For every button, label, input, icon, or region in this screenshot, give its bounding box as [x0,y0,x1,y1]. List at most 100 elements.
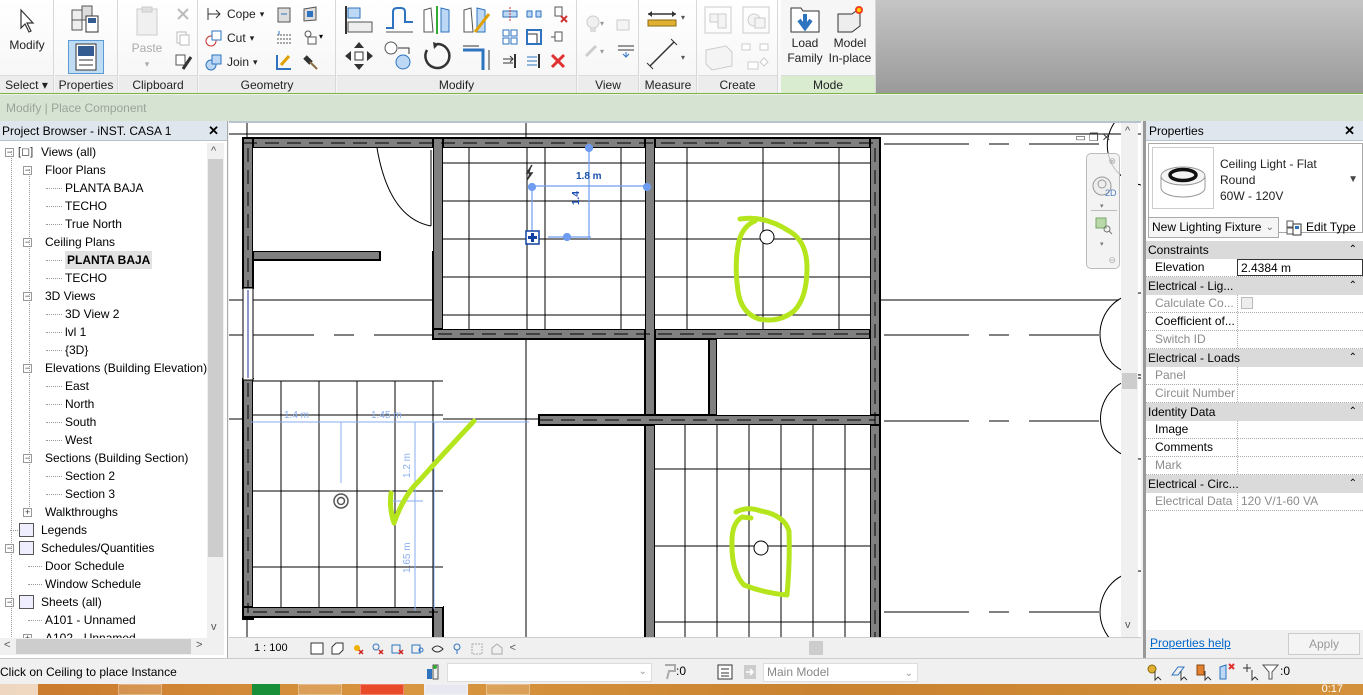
mirror-draw-axis-icon[interactable] [461,4,493,36]
scroll-down-icon[interactable]: v [1125,619,1131,631]
tree-item[interactable]: − Floor Plans [0,161,208,179]
scroll-up-icon[interactable]: ^ [1125,125,1130,137]
light-fixture[interactable] [759,229,775,245]
taskbar-app-ie[interactable] [68,684,112,695]
scroll-right-icon[interactable]: > [196,639,202,651]
select-by-face-icon[interactable] [1218,663,1236,681]
hammer-icon[interactable] [301,53,319,71]
tree-item[interactable]: South [0,413,208,431]
collapse-icon[interactable]: − [5,544,14,553]
expand-icon[interactable]: + [23,508,32,517]
scale-icon[interactable] [525,28,543,46]
collapse-group-icon[interactable]: ⌃ [1349,349,1357,367]
tree-item[interactable]: PLANTA BAJA [0,179,208,197]
offset-icon[interactable] [383,4,415,36]
dimension-top-horizontal[interactable]: 1.8 m [576,171,602,182]
property-value[interactable] [1237,421,1363,438]
edit-profile-icon[interactable] [275,53,293,71]
instance-category-select[interactable]: New Lighting Fixture ⌄ [1148,217,1279,238]
zoom-region-icon[interactable] [1094,216,1114,236]
collapse-icon[interactable]: − [23,364,32,373]
tree-item[interactable]: 3D View 2 [0,305,208,323]
taskbar-app-explorer[interactable] [298,684,342,695]
close-view-icon[interactable]: ✕ [1102,132,1111,144]
property-checkbox[interactable] [1241,297,1253,309]
property-value[interactable]: 2.4384 m [1237,259,1363,276]
close-nav-bar-icon[interactable]: ⊗ [1108,156,1116,167]
linework-icon[interactable]: ▾ [584,42,608,60]
collapse-group-icon[interactable]: ⌃ [1349,277,1357,295]
design-option-select[interactable]: Main Model ⌄ [763,663,918,682]
collapse-icon[interactable]: − [23,238,32,247]
copy-element-icon[interactable] [383,40,415,72]
demolish-icon[interactable]: ▾ [301,29,325,47]
select-underlay-icon[interactable] [1170,663,1188,681]
tree-item[interactable]: North [0,395,208,413]
sun-path-icon[interactable] [350,642,365,655]
canvas-vertical-scrollbar[interactable]: ^ v [1121,123,1138,637]
taskbar-app-revit[interactable] [424,684,468,695]
create-similar-icon[interactable] [740,40,772,72]
show-crop-region-icon[interactable] [410,642,425,655]
tree-item[interactable]: − [◻] Views (all) [0,143,208,161]
tree-item[interactable]: Section 2 [0,467,208,485]
dimension-top-vertical[interactable]: 1.4 [571,191,582,205]
collapse-icon[interactable]: − [23,166,32,175]
ceiling-plan-drawing[interactable]: 1.8 m 1.4 1.4 m 1.45 m 1.2 m 1.65 m [229,123,1141,637]
tree-item[interactable]: West [0,431,208,449]
select-panel-label[interactable]: Select ▾ [0,75,53,93]
move-icon[interactable] [343,40,375,72]
drag-on-selection-icon[interactable] [1242,663,1260,681]
unpin-icon[interactable] [549,4,569,24]
scrollbar-thumb[interactable] [16,639,191,654]
property-value[interactable] [1237,439,1363,456]
trim-extend-corner-icon[interactable] [461,40,493,72]
collapse-icon[interactable]: − [5,598,14,607]
tree-item[interactable]: {3D} [0,341,208,359]
create-assembly-icon[interactable] [702,4,734,36]
dimension-left-a[interactable]: 1.4 m [284,410,309,421]
collapse-nav-bar-icon[interactable]: ⊖ [1108,255,1116,266]
taskbar-app-firefox[interactable] [182,684,226,695]
property-value[interactable] [1237,313,1363,330]
load-family-button[interactable]: Load Family [785,4,825,66]
design-options-icon[interactable] [716,663,734,681]
collapse-icon[interactable]: − [23,454,32,463]
light-fixture[interactable] [753,540,769,556]
cut-scissors-icon[interactable] [175,6,191,22]
view-scale[interactable]: 1 : 100 [254,642,288,654]
dimension-vert-lower[interactable]: 1.65 m [402,542,413,573]
tree-item[interactable]: − Ceiling Plans [0,233,208,251]
tree-item[interactable]: lvl 1 [0,323,208,341]
worksets-icon[interactable] [424,663,442,681]
tree-item[interactable]: − Elevations (Building Elevation) [0,359,208,377]
collapse-icon[interactable]: − [5,148,14,157]
steering-wheel-2d-button[interactable]: 2D [1090,174,1118,204]
collapse-group-icon[interactable]: ⌃ [1349,241,1357,259]
property-group-header[interactable]: Identity Data ⌃ [1146,403,1363,421]
tree-item[interactable]: PLANTA BAJA [0,251,208,269]
scroll-left-icon[interactable]: < [4,639,10,651]
measure-between-icon[interactable]: ▾ [646,8,690,30]
scroll-up-icon[interactable]: ^ [211,145,216,157]
close-icon[interactable]: ✕ [208,121,219,141]
property-group-header[interactable]: Electrical - Lig... ⌃ [1146,277,1363,295]
paint-icon[interactable] [301,5,319,23]
scroll-down-icon[interactable]: v [211,621,217,633]
split-element-icon[interactable] [501,6,519,22]
chevron-down-icon[interactable]: ▾ [1100,202,1104,210]
aligned-dimension-icon[interactable]: ▾ [646,38,690,70]
dimension-left-b[interactable]: 1.45 m [371,410,402,421]
copy-icon[interactable] [175,30,191,46]
property-group-header[interactable]: Electrical - Circ... ⌃ [1146,475,1363,493]
exclude-option-icon[interactable] [741,663,759,681]
tree-item[interactable]: + A102 - Unnamed [0,629,208,638]
tree-item[interactable]: − Sheets (all) [0,593,208,611]
view-cube-icon[interactable] [614,14,634,32]
filter-icon[interactable] [1262,663,1280,681]
type-properties-icon[interactable] [70,4,102,34]
property-group-header[interactable]: Constraints ⌃ [1146,241,1363,259]
start-button[interactable] [0,684,38,695]
restore-view-icon[interactable]: ❐ [1089,132,1099,144]
active-workset-select[interactable]: ⌄ [447,663,652,682]
